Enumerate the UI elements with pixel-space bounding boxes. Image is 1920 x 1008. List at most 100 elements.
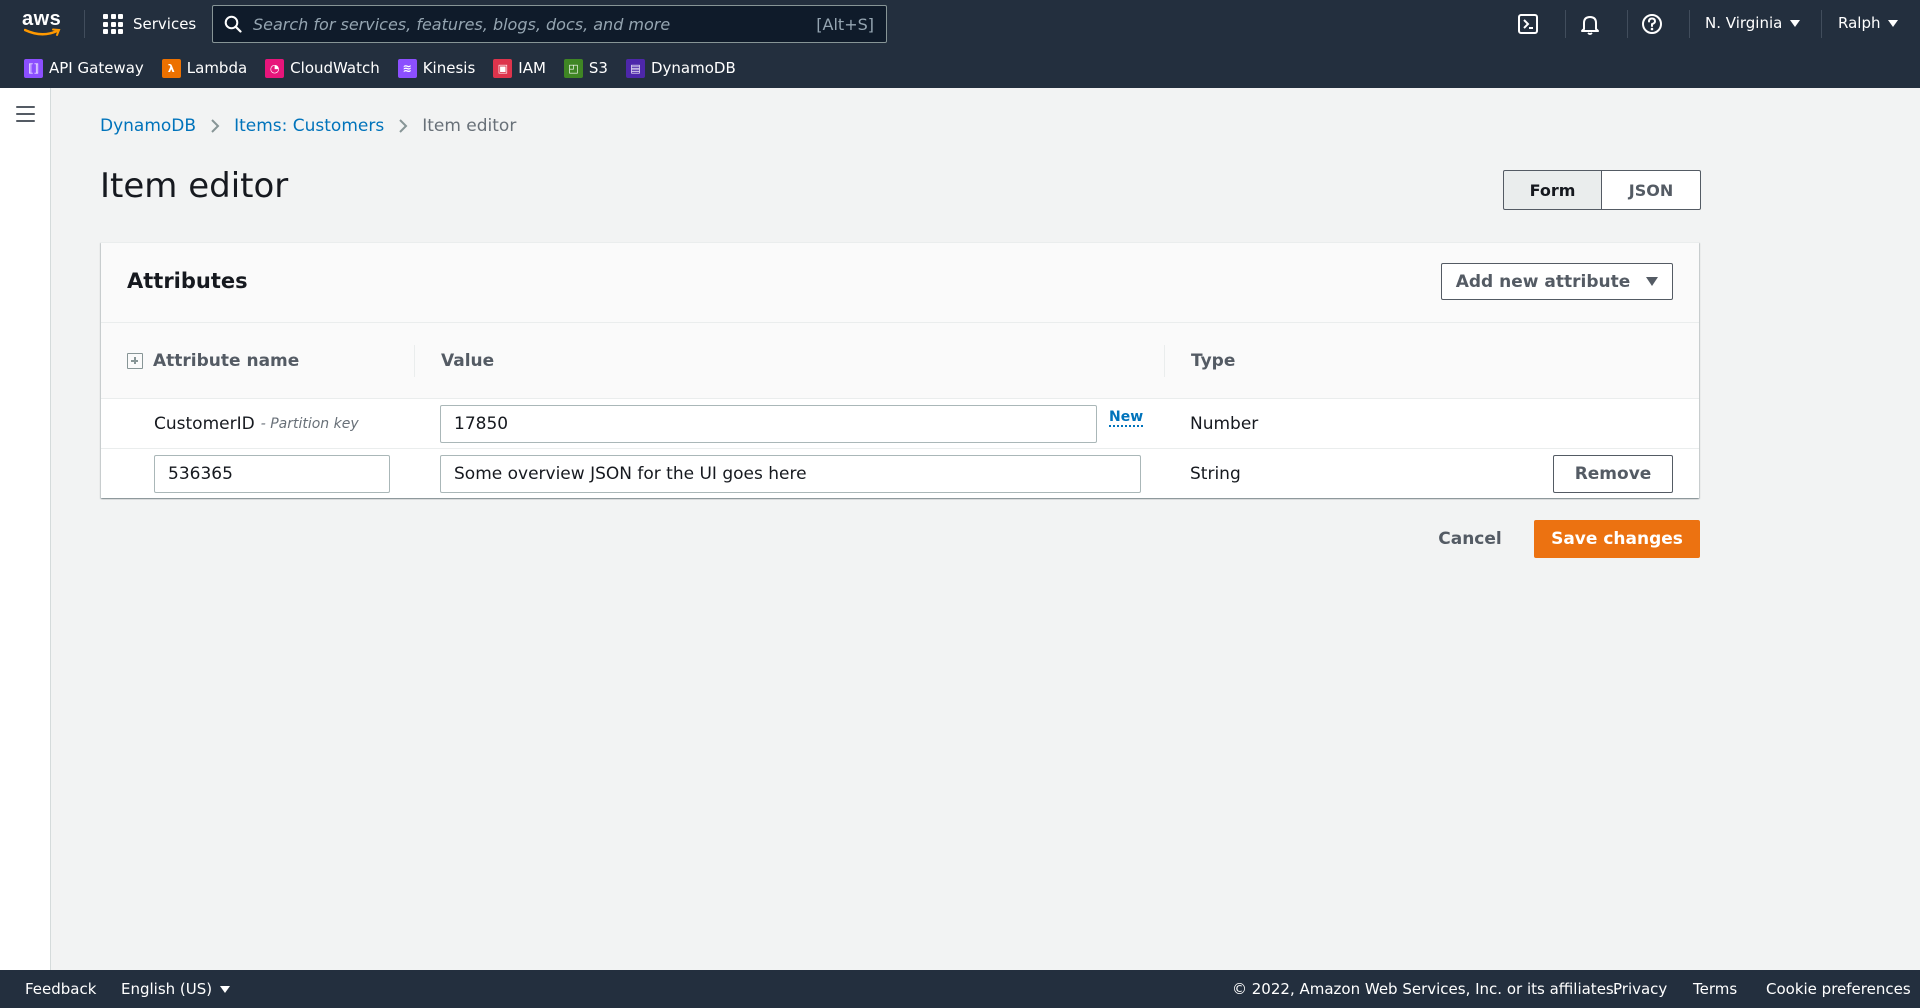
- aws-logo-text: aws: [22, 8, 62, 30]
- favorite-iam[interactable]: ▣ IAM: [493, 58, 546, 78]
- table-row-attribute: String Remove: [101, 449, 1699, 499]
- attribute-name-cell: CustomerID - Partition key: [154, 399, 359, 449]
- favorite-label: Lambda: [186, 59, 248, 77]
- privacy-link[interactable]: Privacy: [1613, 970, 1667, 1008]
- attribute-type: String: [1190, 464, 1241, 484]
- aws-logo[interactable]: aws: [22, 8, 64, 40]
- attributes-table-header: Attribute name Value Type: [101, 323, 1699, 399]
- region-selector[interactable]: N. Virginia: [1705, 14, 1801, 32]
- favorites-bar: ⟦⟧ API Gateway λ Lambda ◔ CloudWatch ≋ K…: [24, 56, 754, 80]
- caret-down-icon: [1646, 277, 1659, 286]
- favorite-label: CloudWatch: [290, 59, 380, 77]
- remove-attribute-button[interactable]: Remove: [1553, 455, 1673, 493]
- favorite-label: API Gateway: [49, 59, 144, 77]
- partition-key-note: - Partition key: [260, 416, 359, 432]
- save-changes-button[interactable]: Save changes: [1534, 520, 1700, 558]
- column-header-attribute-name: Attribute name: [127, 323, 299, 399]
- breadcrumb-items-customers[interactable]: Items: Customers: [234, 116, 384, 136]
- favorite-api-gateway[interactable]: ⟦⟧ API Gateway: [24, 58, 144, 78]
- favorite-label: S3: [588, 59, 608, 77]
- customer-id-value-input[interactable]: [440, 405, 1097, 443]
- breadcrumb: DynamoDB Items: Customers Item editor: [100, 114, 516, 138]
- lambda-icon: λ: [161, 58, 181, 78]
- s3-icon: ◰: [563, 58, 583, 78]
- cancel-button[interactable]: Cancel: [1428, 520, 1512, 558]
- feedback-link[interactable]: Feedback: [25, 970, 96, 1008]
- page-title: Item editor: [100, 166, 289, 206]
- column-header-value: Value: [441, 323, 494, 399]
- nav-divider: [1821, 10, 1822, 38]
- terms-link[interactable]: Terms: [1693, 970, 1737, 1008]
- cloudwatch-icon: ◔: [265, 58, 285, 78]
- search-input[interactable]: [253, 14, 817, 34]
- favorite-label: IAM: [518, 59, 546, 77]
- add-new-attribute-label: Add new attribute: [1455, 271, 1631, 292]
- dynamodb-icon: ▤: [625, 58, 645, 78]
- breadcrumb-current: Item editor: [422, 116, 517, 136]
- chevron-right-icon: [210, 118, 220, 134]
- column-header-type: Type: [1191, 323, 1235, 399]
- nav-divider: [1627, 10, 1628, 38]
- kinesis-icon: ≋: [397, 58, 417, 78]
- menu-toggle-icon[interactable]: [16, 106, 35, 122]
- cookie-preferences-link[interactable]: Cookie preferences: [1766, 970, 1911, 1008]
- favorite-label: DynamoDB: [650, 59, 736, 77]
- column-label: Attribute name: [153, 351, 300, 371]
- region-label: N. Virginia: [1705, 14, 1783, 32]
- add-new-attribute-button[interactable]: Add new attribute: [1441, 263, 1673, 300]
- caret-down-icon: [1790, 19, 1801, 27]
- nav-divider: [1565, 10, 1566, 38]
- favorite-lambda[interactable]: λ Lambda: [161, 58, 248, 78]
- copyright-label: © 2022, Amazon Web Services, Inc. or its…: [1232, 980, 1619, 998]
- form-view-button[interactable]: Form: [1503, 170, 1602, 210]
- services-label: Services: [133, 15, 197, 33]
- attributes-title: Attributes: [127, 269, 248, 293]
- nav-divider: [1689, 10, 1690, 38]
- services-menu[interactable]: Services: [103, 12, 196, 36]
- view-mode-toggle: Form JSON: [1503, 170, 1701, 210]
- caret-down-icon: [1888, 19, 1899, 27]
- global-search[interactable]: [Alt+S]: [212, 5, 887, 43]
- expand-all-icon[interactable]: [127, 353, 143, 369]
- cloudshell-icon[interactable]: [1516, 12, 1540, 36]
- attributes-panel-header: Attributes Add new attribute: [101, 243, 1699, 323]
- column-divider: [414, 345, 415, 377]
- favorite-kinesis[interactable]: ≋ Kinesis: [397, 58, 476, 78]
- cookie-preferences-label: Cookie preferences: [1766, 980, 1911, 998]
- favorite-s3[interactable]: ◰ S3: [563, 58, 608, 78]
- caret-down-icon: [220, 985, 231, 993]
- favorite-dynamodb[interactable]: ▤ DynamoDB: [625, 58, 736, 78]
- chevron-right-icon: [398, 118, 408, 134]
- column-label: Type: [1191, 351, 1236, 371]
- iam-icon: ▣: [493, 58, 513, 78]
- attribute-name: CustomerID: [154, 414, 255, 434]
- breadcrumb-dynamodb[interactable]: DynamoDB: [100, 116, 196, 136]
- search-icon: [213, 6, 253, 42]
- attribute-name-input[interactable]: [154, 455, 390, 493]
- favorite-cloudwatch[interactable]: ◔ CloudWatch: [265, 58, 380, 78]
- language-selector[interactable]: English (US): [121, 970, 231, 1008]
- privacy-label: Privacy: [1613, 980, 1668, 998]
- copyright-text: © 2022, Amazon Web Services, Inc. or its…: [1232, 970, 1619, 1008]
- terms-label: Terms: [1693, 980, 1738, 998]
- user-label: Ralph: [1838, 14, 1881, 32]
- attribute-type: Number: [1190, 414, 1259, 434]
- console-footer: Feedback English (US) © 2022, Amazon Web…: [0, 970, 1920, 1008]
- favorite-label: Kinesis: [422, 59, 476, 77]
- account-menu[interactable]: Ralph: [1838, 14, 1899, 32]
- attribute-value-input[interactable]: [440, 455, 1141, 493]
- new-badge[interactable]: New: [1109, 409, 1144, 427]
- aws-smile-icon: [24, 28, 61, 36]
- table-row-partition-key: CustomerID - Partition key New Number: [101, 399, 1699, 449]
- attributes-panel: Attributes Add new attribute Attribute n…: [101, 242, 1699, 498]
- top-navigation: aws Services [Alt+S]: [0, 0, 1920, 88]
- json-view-button[interactable]: JSON: [1602, 170, 1701, 210]
- column-divider: [1164, 345, 1165, 377]
- services-grid-icon: [103, 14, 123, 34]
- search-shortcut-hint: [Alt+S]: [816, 14, 874, 34]
- help-icon[interactable]: [1640, 12, 1664, 36]
- bell-icon[interactable]: [1578, 12, 1602, 36]
- api-gateway-icon: ⟦⟧: [24, 58, 43, 78]
- column-label: Value: [441, 351, 495, 371]
- collapsed-sidebar: [0, 88, 51, 970]
